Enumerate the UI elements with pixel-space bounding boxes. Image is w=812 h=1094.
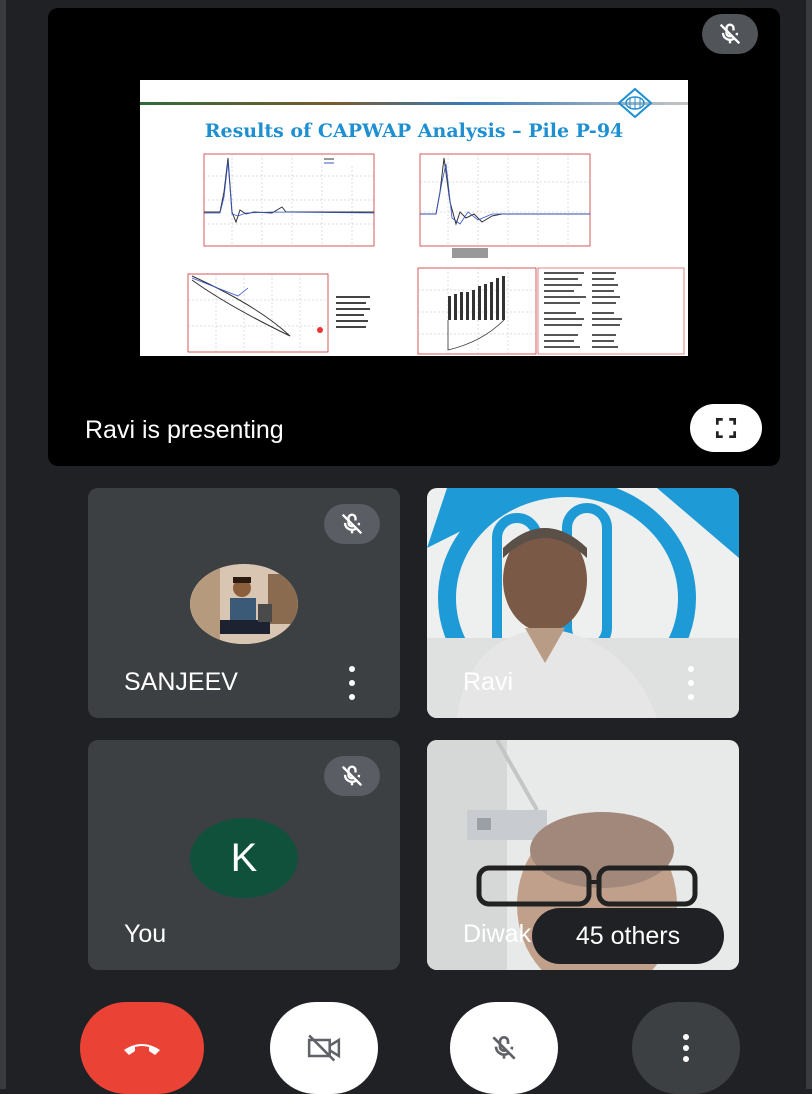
avatar-initial: K xyxy=(190,818,298,898)
participant-tile-sanjeev[interactable]: SANJEEV xyxy=(88,488,400,718)
mic-off-icon xyxy=(341,765,363,787)
phone-hangup-icon xyxy=(124,1044,160,1055)
others-button[interactable]: 45 others xyxy=(532,908,724,964)
camera-toggle-button[interactable] xyxy=(270,1002,378,1094)
mic-off-icon xyxy=(719,23,741,45)
participant-name: Ravi xyxy=(463,668,514,696)
participant-tile-you[interactable]: K You xyxy=(88,740,400,970)
participant-tile-ravi[interactable]: Ravi xyxy=(427,488,739,718)
leave-call-button[interactable] xyxy=(80,1002,204,1094)
wave-up-down-plot xyxy=(419,153,591,258)
slide-header-stripe xyxy=(140,102,688,105)
participant-name: Diwak xyxy=(463,920,532,948)
participant-muted-badge xyxy=(324,504,380,544)
presenter-muted-badge xyxy=(702,14,758,54)
presentation-tile[interactable]: Results of CAPWAP Analysis – Pile P-94 R… xyxy=(48,8,780,466)
slide-title: Results of CAPWAP Analysis – Pile P-94 xyxy=(204,120,624,142)
participant-more-button[interactable] xyxy=(342,666,362,700)
mic-off-icon xyxy=(341,513,363,535)
force-velocity-plot xyxy=(203,153,375,247)
shared-slide: Results of CAPWAP Analysis – Pile P-94 xyxy=(140,80,688,356)
more-vertical-icon xyxy=(683,1034,689,1062)
mic-toggle-button[interactable] xyxy=(450,1002,558,1094)
avatar-photo xyxy=(190,564,298,644)
load-displacement-plot xyxy=(187,273,370,353)
resistance-distribution-plot xyxy=(417,267,685,355)
presenting-label: Ravi is presenting xyxy=(85,416,284,444)
participant-name: You xyxy=(124,920,167,948)
more-options-button[interactable] xyxy=(632,1002,740,1094)
fullscreen-button[interactable] xyxy=(690,404,762,452)
fullscreen-icon xyxy=(715,417,737,439)
camera-off-icon xyxy=(307,1034,341,1062)
participant-muted-badge xyxy=(324,756,380,796)
mic-off-icon xyxy=(492,1036,516,1060)
company-logo-icon xyxy=(618,88,652,118)
participant-more-button[interactable] xyxy=(681,666,701,700)
participant-name: SANJEEV xyxy=(124,668,238,696)
